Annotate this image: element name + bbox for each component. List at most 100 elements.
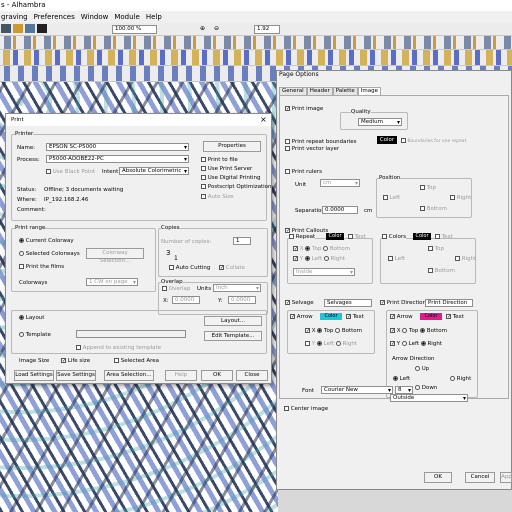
layout-radio[interactable]: Layout <box>19 315 44 321</box>
print-direction-checkbox[interactable] <box>380 300 385 305</box>
center-image-checkbox[interactable] <box>284 406 289 411</box>
template-radio[interactable]: Template <box>19 332 51 338</box>
printer-name-select[interactable]: EPSON SC-P5000 <box>46 143 189 151</box>
repeat-y-row[interactable]: Y Left Right <box>293 256 345 262</box>
zoom-out-icon[interactable]: ⊖ <box>214 25 219 32</box>
menu-help[interactable]: Help <box>146 13 162 21</box>
print-rulers-row[interactable]: Print rulers <box>285 169 322 175</box>
auto-cutting-row[interactable]: Auto Cutting <box>169 265 210 271</box>
selected-colorways-radio[interactable]: Selected Colorways <box>19 251 80 257</box>
arrow-left[interactable]: Left <box>393 376 410 382</box>
overlap-x-input[interactable]: 0.0000 <box>172 296 200 304</box>
selvage-row[interactable]: Selvage <box>285 300 314 306</box>
units-select[interactable]: Inch <box>213 284 261 292</box>
selected-area-row[interactable]: Selected Area <box>114 358 159 364</box>
template-path-input[interactable] <box>76 330 186 338</box>
repeat-checkbox[interactable] <box>289 234 294 239</box>
value-input[interactable]: 1.92 <box>254 25 280 34</box>
edit-template-button[interactable]: Edit Template... <box>204 331 262 341</box>
use-black-point-row[interactable]: Use Black Point <box>46 169 95 175</box>
colors-left[interactable]: Left <box>388 256 405 262</box>
print-films-row[interactable]: Print the films <box>19 264 64 270</box>
separation-input[interactable]: 0.0000 <box>322 206 358 214</box>
selvage-arrow-row[interactable]: Arrow <box>290 314 313 320</box>
close-button[interactable]: Close <box>236 370 268 381</box>
tab-palette[interactable]: Palette <box>332 87 358 95</box>
intent-select[interactable]: Absolute Colorimetric <box>119 167 189 175</box>
postscript-row[interactable]: Postscript Optimization <box>201 184 272 190</box>
boundary-color-button[interactable]: Color <box>377 136 397 144</box>
ok-button[interactable]: OK <box>201 370 233 381</box>
life-size-row[interactable]: Life size <box>61 358 90 364</box>
overlap-y-input[interactable]: 0.0000 <box>228 296 256 304</box>
repeat-position-select[interactable]: Inside <box>293 268 355 276</box>
properties-button[interactable]: Properties <box>203 141 261 152</box>
print-image-row[interactable]: Print image <box>285 106 323 112</box>
process-select[interactable]: P5000-ADOBE22-PC <box>46 155 189 163</box>
direction-color-button[interactable]: Color <box>420 313 442 320</box>
tool-icon[interactable] <box>37 24 47 33</box>
one-repeat-row[interactable]: Boundaries for one repeat <box>401 138 466 144</box>
menu-preferences[interactable]: Preferences <box>34 13 75 21</box>
colors-checkbox[interactable] <box>382 234 387 239</box>
selvage-checkbox[interactable] <box>285 300 290 305</box>
direction-y-row[interactable]: Y Left Right <box>390 341 442 347</box>
repeat-x-row[interactable]: X Top Bottom <box>293 246 350 252</box>
tab-image[interactable]: Image <box>357 87 382 95</box>
layout-button[interactable]: Layout... <box>204 316 262 326</box>
pos-right[interactable]: Right <box>450 195 471 201</box>
arrow-up[interactable]: Up <box>415 366 429 372</box>
direction-arrow-row[interactable]: Arrow <box>390 314 413 320</box>
use-digital-printing-row[interactable]: Use Digital Printing <box>201 175 261 181</box>
print-vector-row[interactable]: Print vector layer <box>285 146 339 152</box>
colors-right[interactable]: Right <box>455 256 476 262</box>
selvage-text-row[interactable]: Text <box>346 314 364 320</box>
arrow-down[interactable]: Down <box>415 385 437 391</box>
print-callouts-checkbox[interactable] <box>285 228 290 233</box>
center-image-row[interactable]: Center image <box>284 406 328 412</box>
print-vector-checkbox[interactable] <box>285 146 290 151</box>
selvage-y-row[interactable]: Y Left Right <box>305 341 357 347</box>
selvage-input[interactable]: Selvages <box>324 299 372 307</box>
pos-left[interactable]: Left <box>383 195 400 201</box>
tab-general[interactable]: General <box>279 87 307 95</box>
selvage-color-button[interactable]: Color <box>320 313 342 320</box>
tab-header[interactable]: Header <box>306 87 333 95</box>
auto-size-row[interactable]: Auto Size <box>201 194 234 200</box>
one-repeat-checkbox[interactable] <box>401 138 406 143</box>
direction-position-select[interactable]: Outside <box>390 394 468 402</box>
repeat-text-row[interactable]: Text <box>348 234 366 240</box>
selvage-x-row[interactable]: X Top Bottom <box>305 328 362 334</box>
zoom-input[interactable]: 100.00 % <box>112 25 157 34</box>
quality-select[interactable]: Medium <box>358 118 402 126</box>
save-settings-button[interactable]: Save Settings <box>56 370 96 381</box>
menu-graving[interactable]: graving <box>1 13 28 21</box>
print-repeat-row[interactable]: Print repeat boundaries <box>285 139 357 145</box>
copies-input[interactable]: 1 <box>233 237 251 245</box>
menu-module[interactable]: Module <box>114 13 139 21</box>
tool-icon[interactable] <box>13 24 23 33</box>
options-cancel-button[interactable]: Cancel <box>465 472 495 483</box>
print-direction-input[interactable]: Print Direction <box>425 299 473 307</box>
print-image-checkbox[interactable] <box>285 106 290 111</box>
colors-bottom[interactable]: Bottom <box>428 268 455 274</box>
zoom-in-icon[interactable]: ⊕ <box>200 25 205 32</box>
options-ok-button[interactable]: OK <box>424 472 452 483</box>
close-icon[interactable]: × <box>260 115 267 124</box>
pos-bottom[interactable]: Bottom <box>420 206 447 212</box>
font-select[interactable]: Courier New <box>321 386 393 394</box>
font-size-select[interactable]: 8 <box>395 386 413 394</box>
direction-text-row[interactable]: Text <box>446 314 464 320</box>
colors-row[interactable]: Colors <box>382 234 406 240</box>
colors-top[interactable]: Top <box>428 246 444 252</box>
colorway-selection-button[interactable]: Colorway Selection... <box>86 248 144 264</box>
arrow-right[interactable]: Right <box>450 376 471 382</box>
options-apply-button[interactable]: Apply <box>500 472 512 483</box>
print-rulers-checkbox[interactable] <box>285 169 290 174</box>
area-selection-button[interactable]: Area Selection... <box>104 370 154 381</box>
print-direction-row[interactable]: Print Direction <box>380 300 426 306</box>
direction-x-row[interactable]: X Top Bottom <box>390 328 447 334</box>
unit-select[interactable]: cm <box>320 179 360 187</box>
append-template-row[interactable]: Append to existing template <box>76 345 161 351</box>
load-settings-button[interactable]: Load Settings <box>14 370 54 381</box>
